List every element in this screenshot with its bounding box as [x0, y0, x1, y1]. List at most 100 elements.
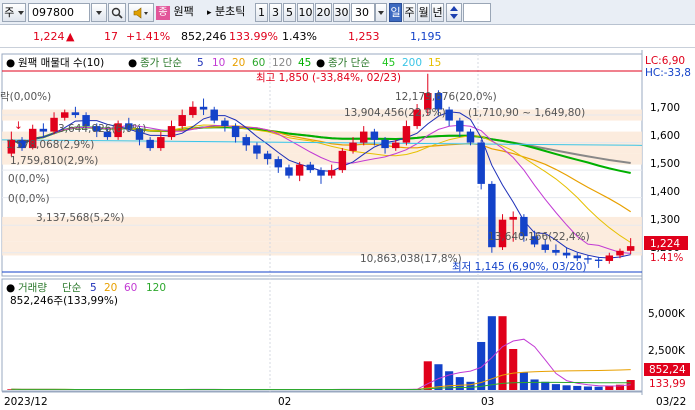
period-week-label: 주 [404, 6, 415, 19]
interval-combo-dropdown[interactable] [375, 3, 387, 22]
interval-20-label: 20 [316, 6, 331, 19]
mode-label: 주 [4, 6, 15, 19]
candle-body [242, 137, 250, 146]
period-day-label: 일 [390, 6, 401, 19]
volume-ma-60: 60 [124, 282, 137, 294]
candle-body [189, 106, 197, 116]
candle-body [594, 259, 603, 261]
mode-select[interactable]: 주 [2, 3, 26, 22]
price-change-pct: +1.41% [126, 30, 171, 43]
chart-canvas[interactable]: ● 원팩 매물대 수(10) ● 종가 단순 5 10 20 60 120 45… [0, 50, 695, 410]
stock-chart-window: 주 097800 종 원팩 ▸ 분초틱 1 3 5 10 20 30 30 일 … [0, 0, 695, 410]
candle-body [381, 139, 389, 149]
candle-body [626, 246, 635, 251]
volume-bar [530, 379, 539, 390]
volume-tick-5000k: 5,000K [648, 308, 686, 320]
candle-body [231, 126, 240, 138]
period-week-button[interactable]: 주 [403, 3, 416, 22]
candle-body [167, 126, 176, 138]
search-button[interactable] [108, 3, 126, 22]
volume-ratio: 133.99% [229, 30, 278, 43]
code-dropdown-button[interactable] [91, 3, 107, 22]
legend-main-title: 원팩 매물대 수(10) [18, 57, 104, 69]
candle-body [349, 142, 357, 151]
high-price: 1,253 [348, 30, 380, 43]
volume-bar [594, 386, 603, 390]
candle-body [370, 131, 379, 140]
blank-input[interactable] [463, 3, 491, 22]
candle-body [285, 167, 293, 176]
vp-label-3: 1,578,068(2,9%) [6, 139, 94, 151]
candle-body [39, 128, 48, 132]
scroll-updown-button[interactable] [446, 3, 462, 22]
interval-30-label: 30 [334, 6, 349, 19]
speaker-button[interactable] [128, 3, 154, 22]
candle-body [327, 170, 336, 176]
interval-30-button[interactable]: 30 [333, 3, 350, 22]
period-year-button[interactable]: 년 [431, 3, 444, 22]
interval-20-button[interactable]: 20 [315, 3, 332, 22]
period-day-button[interactable]: 일 [389, 3, 402, 22]
currency-selector[interactable]: 종 원팩 [156, 3, 206, 22]
interval-3-button[interactable]: 3 [269, 3, 282, 22]
split-marker-icon: ▸ [207, 8, 212, 18]
volume-bar [573, 385, 582, 390]
interval-10-button[interactable]: 10 [297, 3, 314, 22]
candle-body [392, 142, 400, 149]
candle-body [541, 244, 549, 250]
interval-combo-value: 30 [355, 6, 369, 19]
volume-bar [562, 385, 571, 390]
legend-ma2-45: 45 [382, 57, 395, 69]
price-tick-1500: 1,500 [650, 158, 680, 170]
period-month-label: 월 [418, 6, 429, 19]
chevron-down-icon [378, 11, 384, 15]
legend-ma-45: 45 [298, 57, 311, 69]
volume-bar [551, 384, 560, 390]
interval-5-button[interactable]: 5 [283, 3, 296, 22]
legend-ma2-bullet-icon: ● [316, 57, 325, 69]
chart-toolbar: 주 097800 종 원팩 ▸ 분초틱 1 3 5 10 20 30 30 일 … [0, 0, 695, 25]
low-price: 1,195 [410, 30, 442, 43]
chart-area[interactable]: ● 원팩 매물대 수(10) ● 종가 단순 5 10 20 60 120 45… [0, 50, 695, 410]
up-down-arrow-icon [450, 6, 458, 19]
currency-badge: 종 [156, 6, 170, 20]
vp-label-5: 0(0,0%) [8, 173, 50, 185]
currency-label: 원팩 [173, 5, 194, 18]
interval-combo[interactable]: 30 [351, 3, 375, 22]
interval-1-label: 1 [258, 6, 265, 19]
vp-label-1: 락(0,00%) [0, 91, 51, 103]
price-tick-1300: 1,300 [650, 214, 680, 226]
price-change: 17 [104, 30, 118, 43]
candle-body [466, 131, 475, 143]
candle-body [402, 126, 411, 143]
candle-body [573, 255, 582, 259]
stock-code-input[interactable]: 097800 [28, 3, 90, 22]
candle-body [157, 137, 165, 149]
candle-body [178, 115, 186, 127]
legend-ma-120: 120 [272, 57, 292, 69]
low-annotation: 최저 1,145 (6,90%, 03/20) [452, 261, 587, 273]
speaker-icon [133, 7, 148, 19]
volume-bar [541, 381, 550, 390]
chevron-down-icon [17, 11, 24, 15]
legend-ma-10: 10 [212, 57, 225, 69]
split-label: 분초틱 [215, 5, 246, 18]
candle-body [605, 255, 614, 261]
vp-label-8: 13,904,456(22,9%) [344, 107, 446, 119]
vp-label-11: 13,640,166(22,4%) [488, 231, 590, 243]
stock-code-value: 097800 [32, 6, 74, 19]
candle-body [306, 164, 315, 171]
lc-label: LC:6,90 [645, 55, 685, 67]
legend-ma-20: 20 [232, 57, 245, 69]
search-icon [111, 7, 123, 19]
current-pct-tag: 1.41% [650, 252, 683, 264]
interval-1-button[interactable]: 1 [255, 3, 268, 22]
volume-bar [455, 377, 464, 390]
hc-label: HC:-33,8 [645, 67, 691, 79]
candle-body [616, 250, 624, 256]
volume-ma-title: 단순 [62, 282, 82, 294]
split-tick-selector[interactable]: ▸ 분초틱 [207, 3, 255, 22]
candle-body [295, 164, 304, 176]
period-month-button[interactable]: 월 [417, 3, 430, 22]
candle-body [210, 109, 218, 121]
